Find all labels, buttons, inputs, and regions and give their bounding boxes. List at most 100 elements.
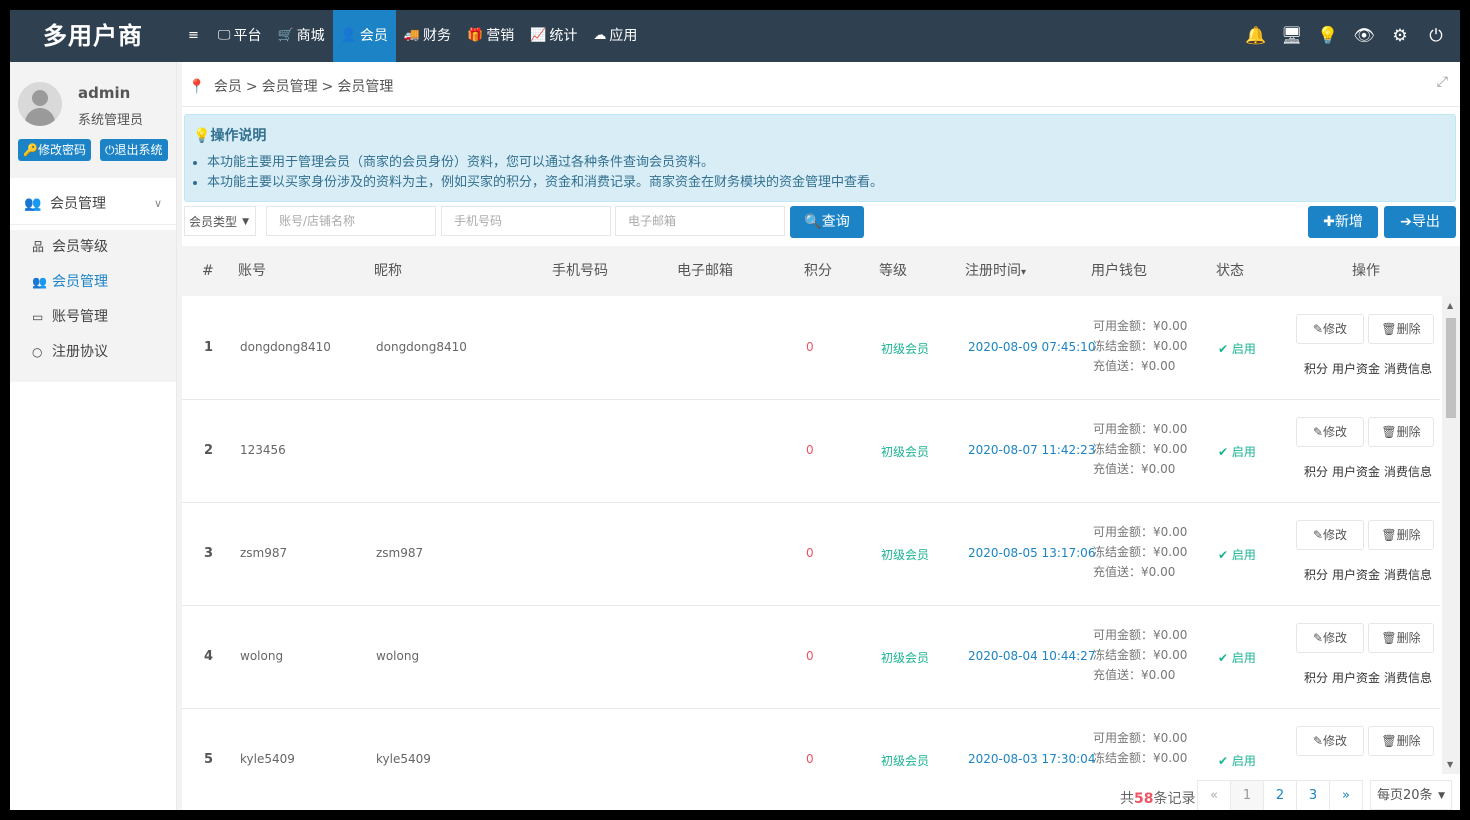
scroll-up-icon[interactable]: ▲ bbox=[1447, 301, 1453, 310]
breadcrumb-item[interactable]: 会员管理 bbox=[337, 79, 393, 95]
delete-button[interactable]: 🗑删除 bbox=[1368, 623, 1434, 653]
nav-item-应用[interactable]: ☁ 应用 bbox=[585, 10, 645, 62]
email-input[interactable] bbox=[615, 206, 785, 236]
delete-button[interactable]: 🗑删除 bbox=[1368, 726, 1434, 756]
column-header[interactable]: 注册时间▾ bbox=[965, 246, 1026, 296]
sidebar-item-1[interactable]: 👥 会员管理 bbox=[10, 265, 176, 300]
sidebar-item-3[interactable]: ○ 注册协议 bbox=[10, 335, 176, 370]
wallet-frozen: 冻结金额：¥0.00 bbox=[1093, 442, 1188, 456]
nav-item-营销[interactable]: 🎁 营销 bbox=[459, 10, 522, 62]
edit-button[interactable]: ✎修改 bbox=[1296, 520, 1364, 550]
trash-icon: 🗑 bbox=[1381, 528, 1397, 542]
sidebar-item-2[interactable]: ▭ 账号管理 bbox=[10, 300, 176, 335]
points-link[interactable]: 积分 bbox=[1304, 568, 1328, 582]
export-button[interactable]: ➔导出 bbox=[1384, 206, 1456, 238]
notice-line: 本功能主要用于管理会员（商家的会员身份）资料，您可以通过各种条件查询会员资料。 bbox=[207, 153, 883, 173]
account-input[interactable] bbox=[266, 206, 436, 236]
sidebar-section-member-management[interactable]: 👥 会员管理 ∨ bbox=[10, 184, 176, 225]
per-page-select[interactable]: 每页20条 ▼ bbox=[1370, 780, 1452, 810]
edit-label: 修改 bbox=[1323, 322, 1348, 336]
consume-link[interactable]: 消费信息 bbox=[1384, 465, 1432, 479]
points-cell: 0 bbox=[806, 443, 814, 457]
scroll-down-icon[interactable]: ▼ bbox=[1447, 760, 1453, 769]
avatar bbox=[18, 82, 62, 126]
fullscreen-icon[interactable]: ⤢ bbox=[1437, 74, 1448, 90]
search-icon: 🔍 bbox=[804, 214, 822, 230]
trash-icon: 🗑 bbox=[1381, 631, 1397, 645]
wallet-avail: 可用金额：¥0.00 bbox=[1093, 319, 1188, 333]
spinner-icon[interactable]: ⚙ bbox=[1382, 26, 1418, 46]
delete-button[interactable]: 🗑删除 bbox=[1368, 520, 1434, 550]
scroll-thumb[interactable] bbox=[1446, 318, 1456, 418]
nav-item-会员[interactable]: 👤 会员 bbox=[332, 10, 396, 62]
monitor-icon[interactable]: 🖥 bbox=[1274, 26, 1310, 46]
wallet-avail: 可用金额：¥0.00 bbox=[1093, 731, 1188, 745]
column-header-label: 注册时间 bbox=[965, 263, 1021, 279]
users-icon: 👥 bbox=[24, 196, 42, 212]
eye-icon[interactable]: 👁 bbox=[1346, 26, 1382, 46]
wallet-avail: 可用金额：¥0.00 bbox=[1093, 525, 1188, 539]
bulb-icon[interactable]: 💡 bbox=[1310, 26, 1346, 46]
bell-icon[interactable]: 🔔 bbox=[1238, 26, 1274, 46]
register-time-cell: 2020-08-03 17:30:04 bbox=[968, 752, 1096, 766]
funds-link[interactable]: 用户资金 bbox=[1332, 465, 1380, 479]
nav-item-label: 财务 bbox=[423, 28, 452, 44]
funds-link[interactable]: 用户资金 bbox=[1332, 671, 1380, 685]
filter-toolbar: 会员类型 ▼ 🔍查询 ✚新增 ➔导出 bbox=[182, 206, 1460, 238]
pencil-icon: ✎ bbox=[1312, 322, 1324, 336]
add-button[interactable]: ✚新增 bbox=[1308, 206, 1378, 238]
member-type-select[interactable]: 会员类型 ▼ bbox=[184, 206, 256, 236]
consume-link[interactable]: 消费信息 bbox=[1384, 671, 1432, 685]
wallet-cell: 可用金额：¥0.00 冻结金额：¥0.00 充值送：¥0.00 bbox=[1093, 316, 1187, 376]
wallet-frozen: 冻结金额：¥0.00 bbox=[1093, 545, 1188, 559]
edit-button[interactable]: ✎修改 bbox=[1296, 623, 1364, 653]
funds-link[interactable]: 用户资金 bbox=[1332, 362, 1380, 376]
breadcrumb-item[interactable]: 会员 bbox=[214, 79, 242, 95]
edit-button[interactable]: ✎修改 bbox=[1296, 314, 1364, 344]
delete-label: 删除 bbox=[1396, 528, 1421, 542]
phone-input[interactable] bbox=[441, 206, 611, 236]
nav-item-平台[interactable]: 🖵 平台 bbox=[210, 10, 270, 62]
page-3[interactable]: 3 bbox=[1296, 780, 1330, 810]
sidebar-item-0[interactable]: 品会员等级 bbox=[10, 230, 176, 265]
avatar-head-shape bbox=[32, 90, 48, 106]
change-password-button[interactable]: 🔑修改密码 bbox=[18, 139, 91, 161]
row-number: 2 bbox=[204, 443, 214, 458]
column-header: 状态 bbox=[1216, 246, 1244, 296]
page-2[interactable]: 2 bbox=[1263, 780, 1297, 810]
nickname-cell: kyle5409 bbox=[376, 752, 431, 766]
map-marker-icon: 📍 bbox=[188, 79, 206, 95]
consume-link[interactable]: 消费信息 bbox=[1384, 362, 1432, 376]
edit-button[interactable]: ✎修改 bbox=[1296, 726, 1364, 756]
edit-button[interactable]: ✎修改 bbox=[1296, 417, 1364, 447]
points-link[interactable]: 积分 bbox=[1304, 465, 1328, 479]
nav-item-menu-toggle[interactable]: ≡ bbox=[180, 10, 210, 62]
consume-link[interactable]: 消费信息 bbox=[1384, 568, 1432, 582]
funds-link[interactable]: 用户资金 bbox=[1332, 568, 1380, 582]
nav-item-财务[interactable]: 🚚 财务 bbox=[396, 10, 459, 62]
page-prev[interactable]: « bbox=[1197, 780, 1231, 810]
account-cell: dongdong8410 bbox=[240, 340, 331, 354]
breadcrumb-item[interactable]: 会员管理 bbox=[262, 79, 318, 95]
nav-item-统计[interactable]: 📈 统计 bbox=[522, 10, 585, 62]
page-next[interactable]: » bbox=[1329, 780, 1363, 810]
column-header-label: 状态 bbox=[1216, 263, 1244, 279]
check-circle-icon: ✔ bbox=[1218, 342, 1232, 356]
gift-icon: 🎁 bbox=[467, 28, 484, 43]
breadcrumb: 📍 会员 > 会员管理 > 会员管理 bbox=[188, 76, 397, 96]
search-button[interactable]: 🔍查询 bbox=[790, 206, 864, 238]
delete-button[interactable]: 🗑删除 bbox=[1368, 314, 1434, 344]
table-scrollbar[interactable]: ▲ ▼ bbox=[1442, 296, 1460, 774]
logout-button[interactable]: ⏻退出系统 bbox=[100, 139, 168, 161]
power-icon[interactable]: ⏻ bbox=[1418, 26, 1454, 46]
top-navbar: 多用户商 ≡ 🖵 平台 🛒 商城 👤 会员 🚚 财务 🎁 营销 📈 统计 ☁ 应用 🔔 🖥 💡 👁 ⚙ ⏻ bbox=[10, 10, 1460, 62]
column-header: # bbox=[202, 246, 214, 296]
delete-button[interactable]: 🗑删除 bbox=[1368, 417, 1434, 447]
points-link[interactable]: 积分 bbox=[1304, 362, 1328, 376]
page-1[interactable]: 1 bbox=[1230, 780, 1264, 810]
power-icon: ⏻ bbox=[105, 143, 115, 157]
caret-down-icon: ▼ bbox=[242, 217, 249, 227]
nav-item-商城[interactable]: 🛒 商城 bbox=[269, 10, 332, 62]
points-link[interactable]: 积分 bbox=[1304, 671, 1328, 685]
column-header-label: 操作 bbox=[1352, 263, 1380, 279]
